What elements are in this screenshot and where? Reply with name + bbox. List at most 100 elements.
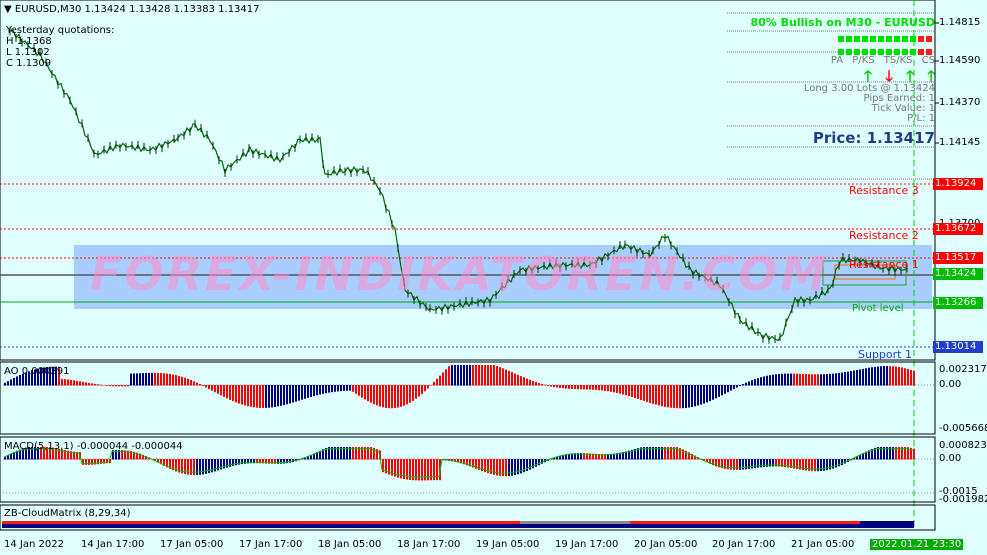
ao-bar (622, 385, 624, 395)
ao-bar (640, 385, 642, 400)
ao-bar (178, 375, 180, 386)
time-tick: 20 Jan 05:00 (634, 539, 698, 550)
ao-bar (76, 380, 78, 386)
ao-bar (13, 377, 15, 386)
macd-bar (529, 459, 531, 470)
ao-bar (319, 385, 321, 395)
ao-bar (391, 385, 393, 409)
ao-bar (313, 385, 315, 397)
ao-bar (166, 373, 168, 386)
ao-bar (328, 385, 330, 393)
time-tick: 21 Jan 05:00 (791, 539, 855, 550)
ao-bar (280, 385, 282, 406)
ao-bar (349, 385, 351, 391)
ao-bar (910, 369, 912, 386)
ao-bar (679, 385, 681, 409)
ao-bar (856, 369, 858, 386)
ao-bar (727, 385, 729, 393)
ao-bar (766, 375, 768, 386)
ao-bar (253, 385, 255, 408)
ao-bar (7, 381, 9, 386)
ao-bar (304, 385, 306, 399)
ao-bar (865, 368, 867, 386)
ao-bar (685, 385, 687, 408)
macd-bar (535, 459, 537, 467)
ao-bar (232, 385, 234, 402)
ao-bar (769, 375, 771, 386)
ao-bar (655, 385, 657, 405)
ao-bar (763, 376, 765, 386)
ao-bar (448, 366, 450, 386)
ao-bar (814, 374, 816, 386)
ao-bar (673, 385, 675, 409)
ao-bar (529, 379, 531, 386)
ao-bar (88, 382, 90, 386)
ao-bar (430, 384, 432, 386)
ao-bar (574, 385, 576, 390)
ao-bar (67, 379, 69, 386)
pivot-label: Pivot level (852, 303, 904, 314)
yq-high: H 1.1368 (6, 36, 52, 47)
ao-bar (820, 374, 822, 386)
cloud-navy (2, 524, 914, 528)
ao-bar (445, 369, 447, 386)
ao-bar (385, 385, 387, 408)
ao-bar (793, 373, 795, 386)
ao-bar (352, 385, 354, 392)
r2-price-tag: 1.13672 (933, 223, 983, 235)
ao-bar (505, 369, 507, 386)
ao-bar (367, 385, 369, 402)
ao-bar (817, 374, 819, 386)
ao-bar (775, 374, 777, 386)
macd-bar (538, 459, 540, 466)
ao-bar (400, 385, 402, 407)
ao-bar (571, 385, 573, 389)
macd-label: MACD(5,13,1) -0.000044 -0.000044 (4, 441, 183, 452)
ao-bar (874, 366, 876, 386)
ao-bar (712, 385, 714, 400)
time-tick: 14 Jan 2022 (4, 539, 64, 550)
ao-bar (478, 365, 480, 386)
ao-bar (835, 373, 837, 386)
ao-bar (481, 365, 483, 386)
ao-bar (154, 372, 156, 386)
trade-info: Long 3.00 Lots @ 1.13424 Pips Earned: 1 … (804, 84, 935, 124)
ao-bar (370, 385, 372, 403)
ao-bar (760, 377, 762, 386)
pl-text: P/L: 1 (907, 113, 935, 124)
ao-bar (136, 373, 138, 386)
ao-bar (109, 385, 111, 387)
ao-bar (106, 385, 108, 386)
ao-bar (826, 374, 828, 386)
ao-bar (694, 385, 696, 407)
ao-bar (754, 379, 756, 386)
macd-bar (526, 459, 528, 472)
ao-bar (691, 385, 693, 407)
macd-histogram (4, 447, 915, 481)
ao-bar (517, 374, 519, 386)
ao-bar (217, 385, 219, 394)
ao-bar (289, 385, 291, 404)
ao-bar (244, 385, 246, 406)
ao-bar (556, 385, 558, 388)
dropdown-triangle-icon[interactable]: ▼ (4, 4, 12, 15)
ao-bar (841, 372, 843, 386)
ao-bar (124, 385, 126, 387)
ao-bar (880, 366, 882, 386)
ao-bar (175, 375, 177, 386)
ao-bar (787, 373, 789, 386)
ao-bar (247, 385, 249, 407)
ao-bar (157, 372, 159, 386)
ao-bar (433, 381, 435, 386)
ao-bar (193, 381, 195, 386)
ao-bar (724, 385, 726, 394)
ao-bar (421, 385, 423, 394)
ao-bar (190, 379, 192, 386)
ao-bar (895, 366, 897, 386)
ao-bar (415, 385, 417, 399)
ao-bar (544, 384, 546, 386)
ao-bar (358, 385, 360, 396)
ao-bar (514, 373, 516, 386)
ao-bar (715, 385, 717, 399)
ao-bar (607, 385, 609, 392)
